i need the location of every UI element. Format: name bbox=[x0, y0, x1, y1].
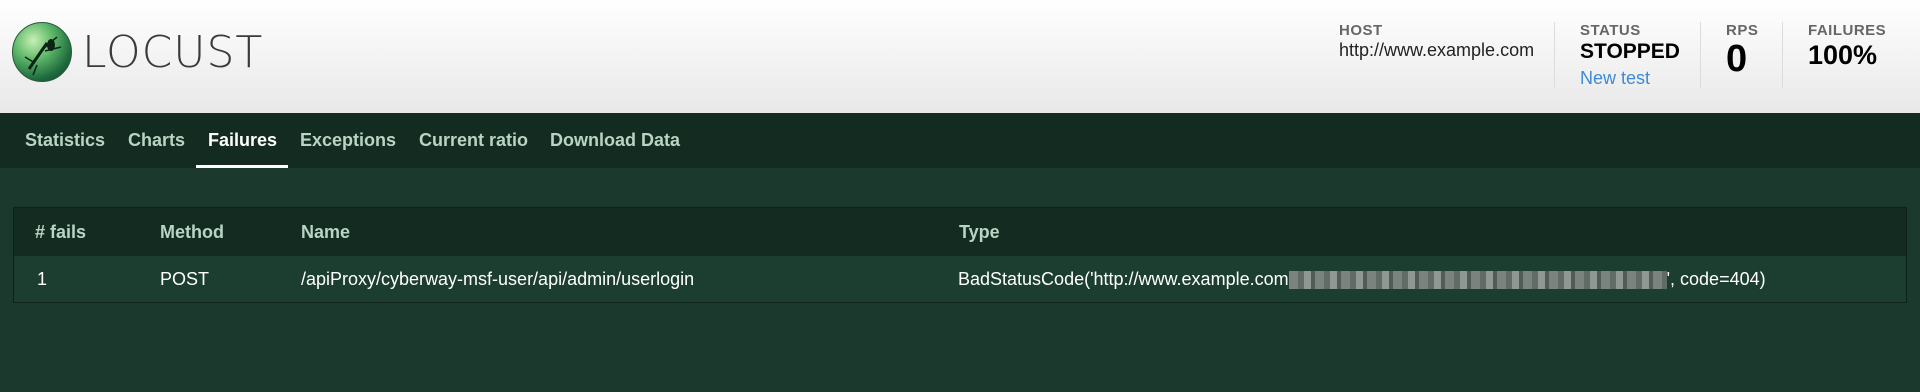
tab-label: Charts bbox=[128, 130, 186, 150]
cell-type: BadStatusCode('http://www.example.com ', … bbox=[958, 256, 1766, 302]
type-suffix: ', code=404) bbox=[1666, 269, 1766, 289]
type-prefix: BadStatusCode('http://www.example.com bbox=[958, 269, 1289, 289]
table-header: # fails Method Name Type bbox=[14, 208, 1906, 256]
host-stat: HOST http://www.example.com bbox=[1339, 22, 1534, 61]
status-value: STOPPED bbox=[1580, 40, 1680, 63]
failures-stat: FAILURES 100% bbox=[1808, 22, 1886, 70]
tab-label: Exceptions bbox=[300, 130, 397, 150]
column-header-name[interactable]: Name bbox=[301, 208, 350, 256]
main-nav: Statistics Charts Failures Exceptions Cu… bbox=[0, 113, 1920, 168]
new-test-link[interactable]: New test bbox=[1580, 68, 1680, 89]
top-header: LOCUST HOST http://www.example.com STATU… bbox=[0, 0, 1920, 113]
tab-download-data[interactable]: Download Data bbox=[550, 113, 680, 168]
status-stat: STATUS STOPPED New test bbox=[1580, 22, 1680, 89]
active-tab-indicator bbox=[196, 165, 288, 168]
table-row: 1 POST /apiProxy/cyberway-msf-user/api/a… bbox=[14, 256, 1906, 302]
column-header-fails[interactable]: # fails bbox=[35, 208, 86, 256]
tab-charts[interactable]: Charts bbox=[128, 113, 185, 168]
locust-logo-icon bbox=[12, 22, 72, 82]
tab-failures[interactable]: Failures bbox=[196, 113, 288, 168]
header-divider bbox=[1554, 22, 1555, 88]
rps-label: RPS bbox=[1726, 22, 1759, 39]
tab-label: Failures bbox=[208, 130, 278, 150]
tab-exceptions[interactable]: Exceptions bbox=[300, 113, 396, 168]
cell-name: /apiProxy/cyberway-msf-user/api/admin/us… bbox=[301, 269, 695, 289]
failures-value: 100% bbox=[1808, 40, 1878, 70]
tab-current-ratio[interactable]: Current ratio bbox=[419, 113, 528, 168]
tab-label: Current ratio bbox=[419, 130, 529, 150]
host-label: HOST bbox=[1339, 22, 1383, 39]
status-label: STATUS bbox=[1580, 22, 1641, 39]
failures-table: # fails Method Name Type 1 POST /apiProx… bbox=[13, 207, 1907, 303]
column-header-type[interactable]: Type bbox=[959, 208, 1000, 256]
tab-statistics[interactable]: Statistics bbox=[25, 113, 105, 168]
logo-text: LOCUST bbox=[82, 26, 264, 78]
column-header-method[interactable]: Method bbox=[160, 208, 224, 256]
host-value: http://www.example.com bbox=[1339, 40, 1535, 60]
cell-method: POST bbox=[160, 269, 210, 289]
cell-fails: 1 bbox=[37, 269, 48, 289]
header-divider bbox=[1700, 22, 1701, 88]
rps-value: 0 bbox=[1726, 38, 1748, 80]
tab-label: Download Data bbox=[550, 130, 681, 150]
redacted-region bbox=[1288, 271, 1667, 290]
tab-label: Statistics bbox=[25, 130, 106, 150]
failures-label: FAILURES bbox=[1808, 22, 1887, 39]
header-divider bbox=[1782, 22, 1783, 88]
locust-logo[interactable]: LOCUST bbox=[12, 22, 263, 82]
rps-stat: RPS 0 bbox=[1726, 22, 1758, 79]
